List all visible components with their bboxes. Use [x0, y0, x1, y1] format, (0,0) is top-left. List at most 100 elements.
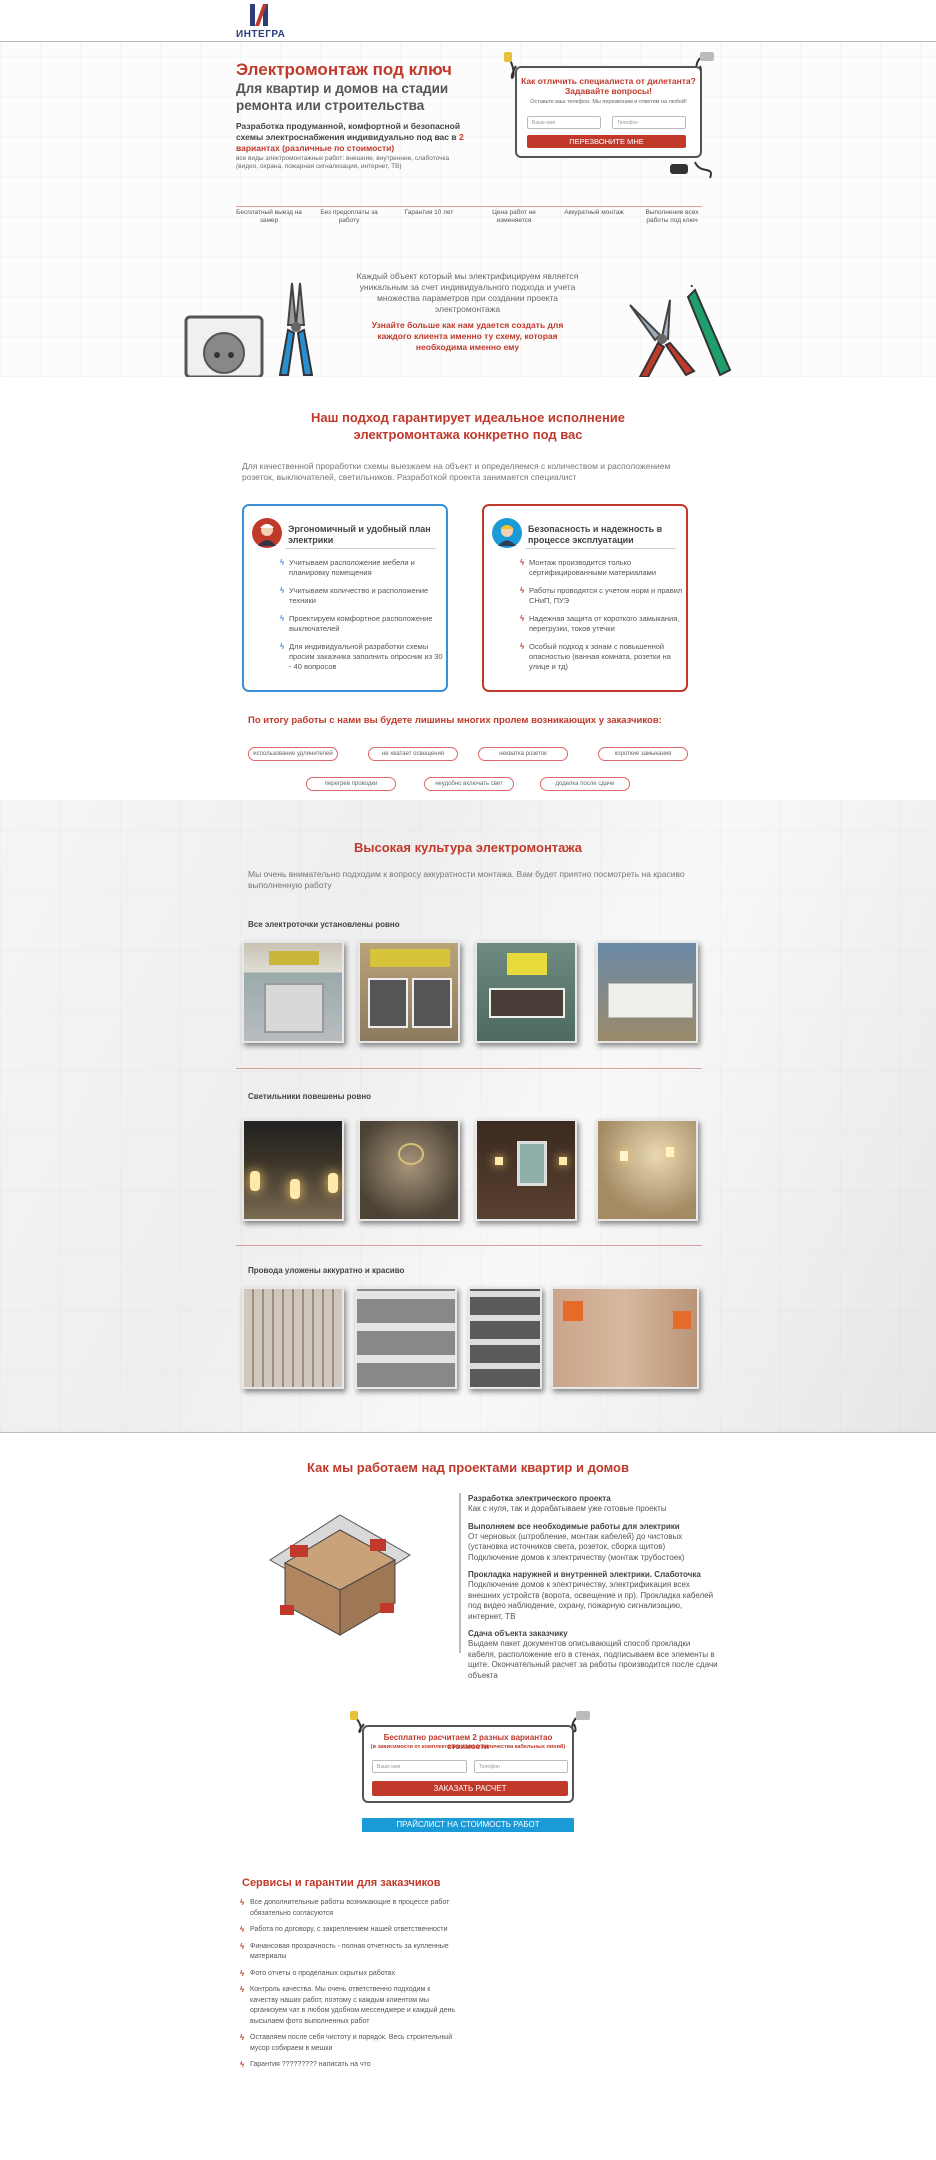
feature-item: Аккуратный монтаж [564, 209, 624, 216]
wiring-photo[interactable] [242, 1287, 344, 1389]
phone-input[interactable]: Телефон [474, 1760, 568, 1773]
list-item: ϟ Монтаж производится только сертифициров… [520, 558, 685, 578]
divider [236, 1245, 702, 1246]
engineer-avatar-icon [252, 518, 282, 548]
logo-text: ИНТЕГРА [236, 29, 286, 40]
approach-text: Для качественной проработки схемы выезжа… [242, 461, 671, 482]
page: ИНТЕГРА Электромонтаж под ключ Для кварт… [0, 0, 936, 2160]
list-item-text: Фото отчеты о проделаных скрытых работах [250, 1969, 396, 1977]
bolt-icon: ϟ [240, 1985, 245, 1994]
name-input[interactable]: Ваше имя [372, 1760, 467, 1773]
house-plan-illustration [269, 1514, 411, 1636]
process-divider [459, 1493, 461, 1653]
estimate-form: Бесплатно расчитаем 2 разных вариантао с… [362, 1725, 574, 1803]
bolt-icon: ϟ [240, 2033, 245, 2042]
bolt-icon: ϟ [520, 614, 525, 623]
process-steps: Разработка электрического проекта Как с … [468, 1494, 718, 1688]
list-item: ϟ Надежная защита от короткого замыкания,… [520, 614, 685, 634]
logo-mark-icon [250, 4, 268, 26]
safety-avatar-icon [492, 518, 522, 548]
bolt-icon: ϟ [280, 586, 285, 595]
list-item: ϟ Оставляем после себя чистоту и порядок.… [240, 2033, 460, 2054]
section-divider [0, 1432, 936, 1433]
services-list: ϟ Все дополнительные работы возникающие в… [240, 1898, 460, 2077]
services-title: Сервисы и гарантии для заказчиков [242, 1877, 441, 1889]
bolt-icon: ϟ [520, 586, 525, 595]
process-step-title: Разработка электрического проекта [468, 1494, 611, 1503]
list-item-text: Контроль качества. Мы очень ответственно… [250, 1986, 455, 2025]
problem-tag: нехватка розеток [478, 747, 568, 761]
bolt-icon: ϟ [520, 558, 525, 567]
order-estimate-button[interactable]: ЗАКАЗАТЬ РАСЧЕТ [372, 1781, 568, 1796]
light-photo[interactable] [475, 1119, 577, 1221]
list-item: ϟ Контроль качества. Мы очень ответственн… [240, 1985, 460, 2027]
card-divider [526, 548, 676, 549]
bolt-icon: ϟ [280, 558, 285, 567]
wiring-photo[interactable] [468, 1287, 542, 1389]
cutters-tester-illustration [629, 285, 732, 377]
socket-photo[interactable] [242, 941, 344, 1043]
phone-input[interactable]: Телефон [612, 116, 686, 129]
callback-button[interactable]: ПЕРЕЗВОНИТЕ МНЕ [527, 135, 686, 148]
list-item: ϟ Для индивидуальной разработки схемы про… [280, 642, 445, 672]
problem-tag: неудобно включать свет [424, 777, 514, 791]
process-step-text: Как с нуля, так и дорабатываем уже готов… [468, 1504, 667, 1513]
name-input[interactable]: Ваше имя [527, 116, 601, 129]
bolt-icon: ϟ [240, 1968, 245, 1978]
feature-item: Без предоплаты за работу [320, 209, 378, 224]
approach-title: Наш подход гарантирует идеальное исполне… [310, 410, 626, 442]
logo[interactable]: ИНТЕГРА [236, 2, 286, 40]
light-photo[interactable] [596, 1119, 698, 1221]
list-item-text: Надежная защита от короткого замыкания, … [529, 614, 680, 633]
problem-tag: доделка после сдачи [540, 777, 630, 791]
bolt-icon: ϟ [240, 1898, 245, 1907]
callback-form-title: Как отличить специалиста от дилетанта? З… [521, 76, 696, 96]
bolt-icon: ϟ [240, 1941, 245, 1951]
intro-text: Каждый объект который мы электрифицируем… [356, 271, 579, 314]
bolt-icon: ϟ [240, 1925, 245, 1934]
ergonomics-list: ϟ Учитываем расположение мебели и планиро… [280, 558, 445, 680]
list-item: ϟ Финансовая прозрачность - полная отчетн… [240, 1942, 460, 1963]
list-item: ϟ Учитываем количество и расположение тех… [280, 586, 445, 606]
light-photo[interactable] [358, 1119, 460, 1221]
list-item-text: Все дополнительные работы возникающие в … [250, 1899, 450, 1917]
pricelist-button[interactable]: ПРАЙСЛИСТ НА СТОИМОСТЬ РАБОТ [362, 1818, 574, 1832]
list-item: ϟ Проектируем комфортное расположение вык… [280, 614, 445, 634]
socket-photo[interactable] [596, 941, 698, 1043]
safety-card: Безопасность и надежность в процессе экс… [482, 504, 688, 692]
process-step-text: Подключение домов к электричеству, элект… [468, 1580, 714, 1621]
culture-text: Мы очень внимательно подходим к вопросу … [248, 869, 685, 890]
group-label-wires: Провода уложены аккуратно и красиво [248, 1266, 405, 1275]
list-item: ϟ Гарантия ????????? написать на что [240, 2060, 460, 2071]
problem-tag: использование удлинителей [248, 747, 338, 761]
socket-photo[interactable] [475, 941, 577, 1043]
safety-card-title: Безопасность и надежность в процессе экс… [528, 524, 663, 545]
list-item-text: Учитываем количество и расположение техн… [289, 586, 429, 605]
group-label-lights: Светильники повешены ровно [248, 1092, 372, 1101]
ergonomics-card-title: Эргономичный и удобный план электрики [288, 524, 431, 545]
list-item: ϟ Учитываем расположение мебели и планиро… [280, 558, 445, 578]
problem-tag: не хватает освещения [368, 747, 458, 761]
process-step-text: От черновых (штробление, монтаж кабелей)… [468, 1531, 685, 1562]
socket-pliers-illustration [184, 282, 314, 377]
bolt-icon: ϟ [280, 614, 285, 623]
wiring-photo[interactable] [355, 1287, 457, 1389]
socket-photo[interactable] [358, 941, 460, 1043]
features-bar: Бесплатный выезд на замер Без предоплаты… [236, 206, 702, 232]
header: ИНТЕГРА [0, 0, 936, 42]
process-title: Как мы работаем над проектами квартир и … [307, 1460, 629, 1475]
list-item-text: Работы проводятся с учетом норм и правил… [529, 586, 683, 605]
hero-subtitle: Для квартир и домов на стадии ремонта ил… [236, 81, 449, 113]
feature-item: Бесплатный выезд на замер [236, 209, 302, 224]
light-photo[interactable] [242, 1119, 344, 1221]
hero-lead-small: все виды электромонтажных работ: внешние… [236, 155, 450, 170]
process-step-title: Прокладка наружней и внутренней электрик… [468, 1570, 701, 1579]
wiring-photo[interactable] [551, 1287, 699, 1389]
list-item-text: Проектируем комфортное расположение выкл… [289, 614, 433, 633]
list-item-text: Оставляем после себя чистоту и порядок. … [250, 2034, 453, 2052]
estimate-form-subtitle: (в зависимости от комплектации щита и ко… [370, 1744, 566, 1750]
list-item: ϟ Особый подход к зонам с повышенной опас… [520, 642, 685, 672]
ergonomics-card: Эргономичный и удобный план электрики ϟУ… [242, 504, 448, 692]
problems-title: По итогу работы с нами вы будете лишины … [248, 715, 662, 726]
list-item: ϟ Работы проводятся с учетом норм и прави… [520, 586, 685, 606]
